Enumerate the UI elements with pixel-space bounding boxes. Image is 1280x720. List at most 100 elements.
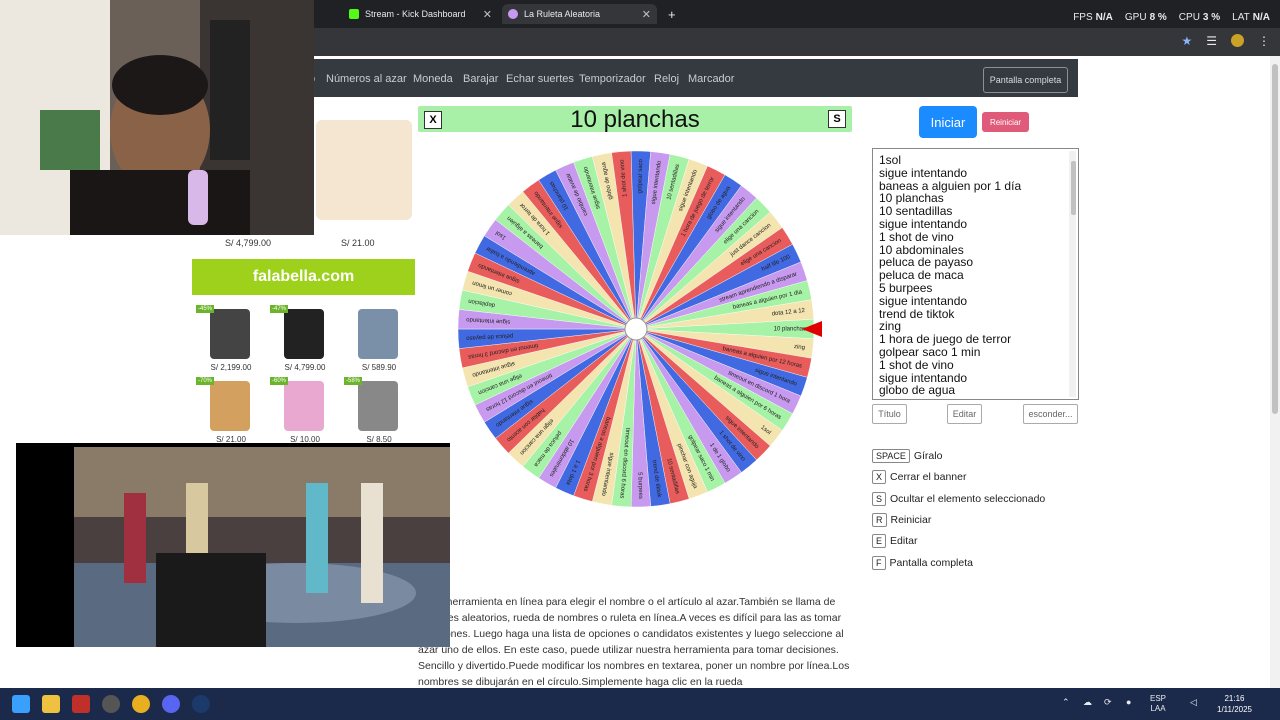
discord-icon[interactable] bbox=[162, 695, 180, 713]
steam-icon[interactable] bbox=[192, 695, 210, 713]
product-card[interactable]: -70% S/ 21.00 bbox=[196, 377, 266, 447]
close-icon[interactable]: ✕ bbox=[642, 8, 651, 21]
wheel-hub[interactable] bbox=[624, 317, 648, 341]
performance-overlay: FPS N/A GPU 8 % CPU 3 % LAT N/A bbox=[1073, 12, 1270, 23]
tab-title: La Ruleta Aleatoria bbox=[524, 9, 601, 19]
title-button[interactable]: Título bbox=[872, 404, 907, 424]
nav-link-barajar[interactable]: Barajar bbox=[463, 73, 498, 85]
wheel-label: zing bbox=[794, 344, 806, 351]
video-frame-image bbox=[16, 443, 450, 647]
fullscreen-button[interactable]: Pantalla completa bbox=[983, 67, 1068, 93]
windows-start-icon[interactable] bbox=[12, 695, 30, 713]
entry-line: sigue intentando bbox=[879, 216, 968, 231]
product-image bbox=[210, 381, 250, 431]
taskbar-clock[interactable]: 21:16 1/11/2025 bbox=[1217, 693, 1252, 715]
entry-line: golpear saco 1 min bbox=[879, 344, 981, 359]
app-icon[interactable] bbox=[72, 695, 90, 713]
clock-time: 21:16 bbox=[1224, 694, 1245, 703]
shortcut-row: SPACE Gíralo bbox=[872, 449, 942, 463]
ad-price: S/ 21.00 bbox=[341, 238, 375, 248]
close-banner-button[interactable]: X bbox=[424, 111, 442, 129]
edit-button[interactable]: Editar bbox=[947, 404, 982, 424]
entry-line: sigue intentando bbox=[879, 293, 968, 308]
discount-badge: -60% bbox=[270, 377, 289, 385]
entry-line: 1 shot de vino bbox=[879, 229, 954, 244]
new-tab-button[interactable]: + bbox=[662, 4, 682, 24]
tab-kick-dashboard[interactable]: Stream - Kick Dashboard ✕ bbox=[343, 4, 498, 24]
product-card[interactable]: -60% S/ 10.00 bbox=[270, 377, 340, 447]
mic-icon[interactable]: ● bbox=[1126, 697, 1131, 707]
entry-line: 1 shot de vino bbox=[879, 357, 954, 372]
product-image bbox=[284, 381, 324, 431]
language-indicator[interactable]: ESP LAA bbox=[1150, 694, 1166, 714]
product-card[interactable]: -47% S/ 4,799.00 bbox=[270, 305, 340, 375]
page-scrollbar[interactable] bbox=[1270, 56, 1280, 688]
reset-button[interactable]: Reiniciar bbox=[982, 112, 1029, 132]
airfryer-liner-image[interactable] bbox=[316, 120, 412, 220]
page-scroll-thumb[interactable] bbox=[1272, 64, 1278, 414]
ruleta-favicon-icon bbox=[508, 9, 518, 19]
nav-link-reloj[interactable]: Reloj bbox=[654, 73, 679, 85]
cpu-readout: CPU 3 % bbox=[1178, 12, 1221, 23]
tab-title: Stream - Kick Dashboard bbox=[365, 9, 466, 19]
profile-avatar-icon[interactable] bbox=[1231, 34, 1244, 47]
bookmark-star-icon[interactable]: ★ bbox=[1181, 34, 1192, 48]
product-card[interactable]: S/ 589.90 bbox=[344, 305, 414, 375]
shortcut-row: X Cerrar el banner bbox=[872, 470, 966, 485]
fps-readout: FPS N/A bbox=[1073, 12, 1113, 23]
wheel-label: 5 burpees bbox=[636, 472, 643, 499]
kick-icon bbox=[349, 9, 359, 19]
webcam-image bbox=[0, 0, 314, 235]
entries-textarea[interactable]: 1sol sigue intentando baneas a alguien por… bbox=[872, 148, 1079, 400]
tray-chevron-icon[interactable]: ⌃ bbox=[1062, 697, 1070, 708]
nav-link-numeros[interactable]: Números al azar bbox=[326, 73, 407, 85]
lat-readout: LAT N/A bbox=[1232, 12, 1270, 23]
screen: Stream - Kick Dashboard ✕ La Ruleta Alea… bbox=[0, 0, 1280, 720]
reading-list-icon[interactable]: ☰ bbox=[1206, 34, 1217, 48]
hide-selected-button[interactable]: S bbox=[828, 110, 846, 128]
obs-icon[interactable] bbox=[102, 695, 120, 713]
video-overlay bbox=[16, 443, 450, 647]
shortcut-key: S bbox=[872, 491, 887, 506]
description-text: s una herramienta en línea para elegir e… bbox=[418, 596, 850, 688]
winner-title: 10 planchas bbox=[570, 106, 700, 133]
cloud-icon[interactable]: ☁ bbox=[1083, 697, 1092, 708]
entries-list: 1sol sigue intentando baneas a alguien por… bbox=[879, 154, 1078, 397]
entry-line: 5 burpees bbox=[879, 280, 933, 295]
start-button[interactable]: Iniciar bbox=[919, 106, 977, 138]
roulette-wheel[interactable]: 10 planchaszingbaneas a alguien por 12 h… bbox=[456, 150, 826, 514]
wheel-label: golpear saco bbox=[637, 158, 644, 193]
product-image bbox=[284, 309, 324, 359]
shortcut-label: Gíralo bbox=[913, 450, 943, 462]
nav-link-echar-suertes[interactable]: Echar suertes bbox=[506, 73, 574, 85]
shortcut-key: X bbox=[872, 470, 887, 485]
textarea-scroll-thumb[interactable] bbox=[1071, 161, 1076, 215]
shortcut-row: F Pantalla completa bbox=[872, 555, 973, 570]
chrome-icon[interactable] bbox=[132, 695, 150, 713]
nav-link-marcador[interactable]: Marcador bbox=[688, 73, 734, 85]
entry-line: globo de agua bbox=[879, 383, 956, 398]
product-card[interactable]: -45% S/ 2,199.00 bbox=[196, 305, 266, 375]
discount-badge: -47% bbox=[270, 305, 289, 313]
webcam-overlay bbox=[0, 0, 314, 235]
falabella-logo[interactable]: falabella.com bbox=[192, 259, 415, 295]
discount-badge: -58% bbox=[344, 377, 363, 385]
product-image bbox=[358, 309, 398, 359]
sync-icon[interactable]: ⟳ bbox=[1104, 697, 1112, 708]
nav-link-moneda[interactable]: Moneda bbox=[413, 73, 453, 85]
product-card[interactable]: -58% S/ 8.50 bbox=[344, 377, 414, 447]
shortcut-key: SPACE bbox=[872, 449, 910, 463]
close-icon[interactable]: ✕ bbox=[483, 8, 492, 21]
hide-button[interactable]: esconder... bbox=[1023, 404, 1078, 424]
shortcut-label: Reiniciar bbox=[890, 513, 932, 526]
entry-line: 1sol bbox=[879, 153, 902, 167]
tab-ruleta[interactable]: La Ruleta Aleatoria ✕ bbox=[502, 4, 657, 24]
file-explorer-icon[interactable] bbox=[42, 695, 60, 713]
discount-badge: -45% bbox=[196, 305, 215, 313]
shortcut-label: Pantalla completa bbox=[889, 556, 973, 569]
shortcut-row: R Reiniciar bbox=[872, 512, 932, 527]
wheel-label: 10 planchas bbox=[774, 327, 806, 333]
menu-icon[interactable]: ⋮ bbox=[1258, 34, 1270, 48]
nav-link-temporizador[interactable]: Temporizador bbox=[579, 73, 646, 85]
volume-icon[interactable]: ◁ bbox=[1190, 697, 1197, 708]
